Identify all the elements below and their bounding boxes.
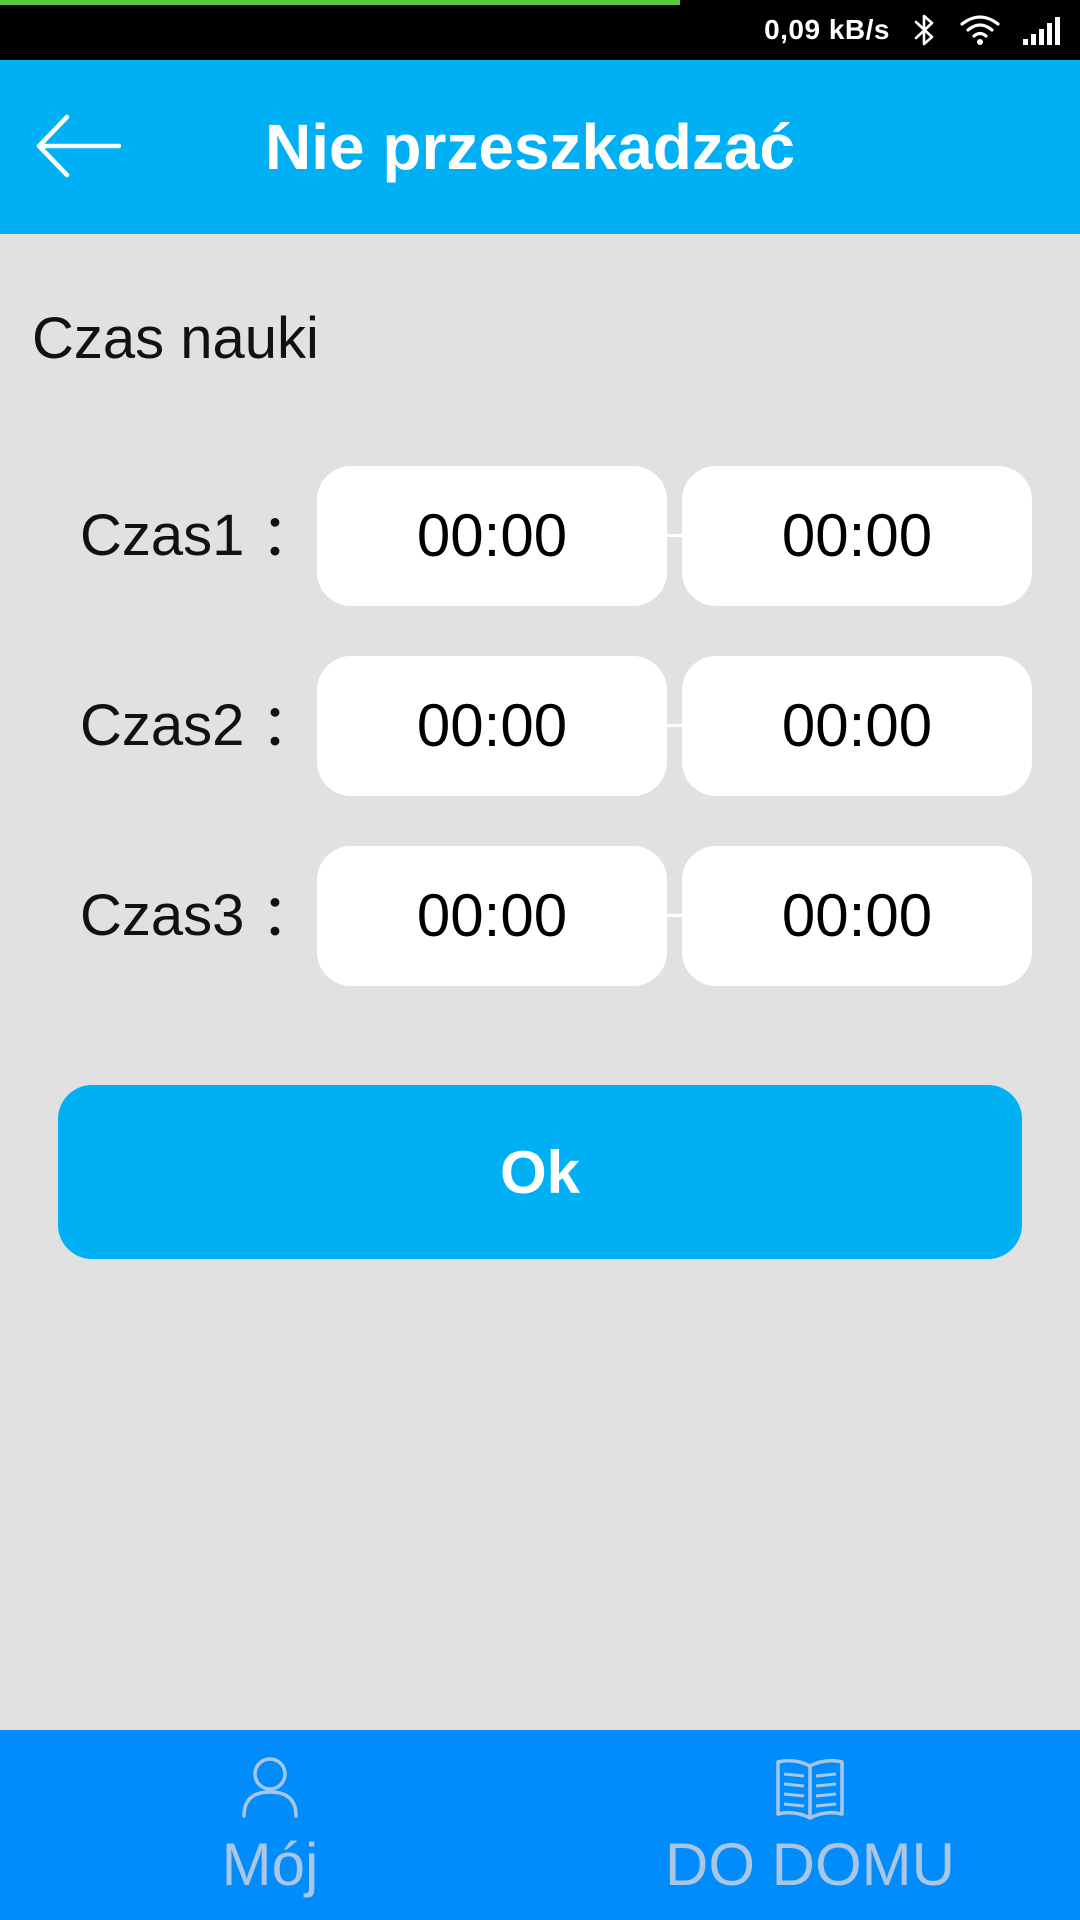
time-slot-row-3: Czas3 ： 00:00 00:00 <box>0 846 1080 986</box>
status-bar: 0,09 kB/s <box>0 0 1080 60</box>
bluetooth-icon <box>912 13 938 47</box>
ok-button[interactable]: Ok <box>58 1085 1022 1259</box>
section-title: Czas nauki <box>32 306 319 371</box>
nav-item-label: Mój <box>221 1831 319 1898</box>
time-slot-label: Czas1 ： <box>80 503 319 568</box>
time-slot-label: Czas2 ： <box>80 693 319 758</box>
book-icon <box>774 1754 846 1825</box>
time-slot-2-end[interactable]: 00:00 <box>682 656 1032 796</box>
load-progress-bar <box>0 0 681 5</box>
time-slot-1-end[interactable]: 00:00 <box>682 466 1032 606</box>
nav-item-my[interactable]: Mój <box>0 1730 540 1920</box>
bottom-nav: Mój DO DOMU <box>0 1730 1080 1920</box>
time-separator <box>667 534 682 537</box>
time-slot-row-2: Czas2 ： 00:00 00:00 <box>0 656 1080 796</box>
time-slot-1-start[interactable]: 00:00 <box>317 466 667 606</box>
wifi-icon <box>960 14 1000 46</box>
person-icon <box>238 1754 302 1823</box>
status-indicators: 0,09 kB/s <box>764 0 1062 60</box>
nav-item-label: DO DOMU <box>665 1831 955 1898</box>
network-speed: 0,09 kB/s <box>764 14 890 45</box>
time-separator <box>667 914 682 917</box>
page-title: Nie przeszkadzać <box>264 111 796 183</box>
time-slot-label: Czas3 ： <box>80 883 319 948</box>
time-slot-3-end[interactable]: 00:00 <box>682 846 1032 986</box>
time-separator <box>667 724 682 727</box>
time-slot-row-1: Czas1 ： 00:00 00:00 <box>0 466 1080 606</box>
time-slot-3-start[interactable]: 00:00 <box>317 846 667 986</box>
app-bar: Nie przeszkadzać <box>0 60 1080 234</box>
nav-item-home[interactable]: DO DOMU <box>540 1730 1080 1920</box>
time-slot-2-start[interactable]: 00:00 <box>317 656 667 796</box>
signal-icon <box>1022 15 1062 45</box>
